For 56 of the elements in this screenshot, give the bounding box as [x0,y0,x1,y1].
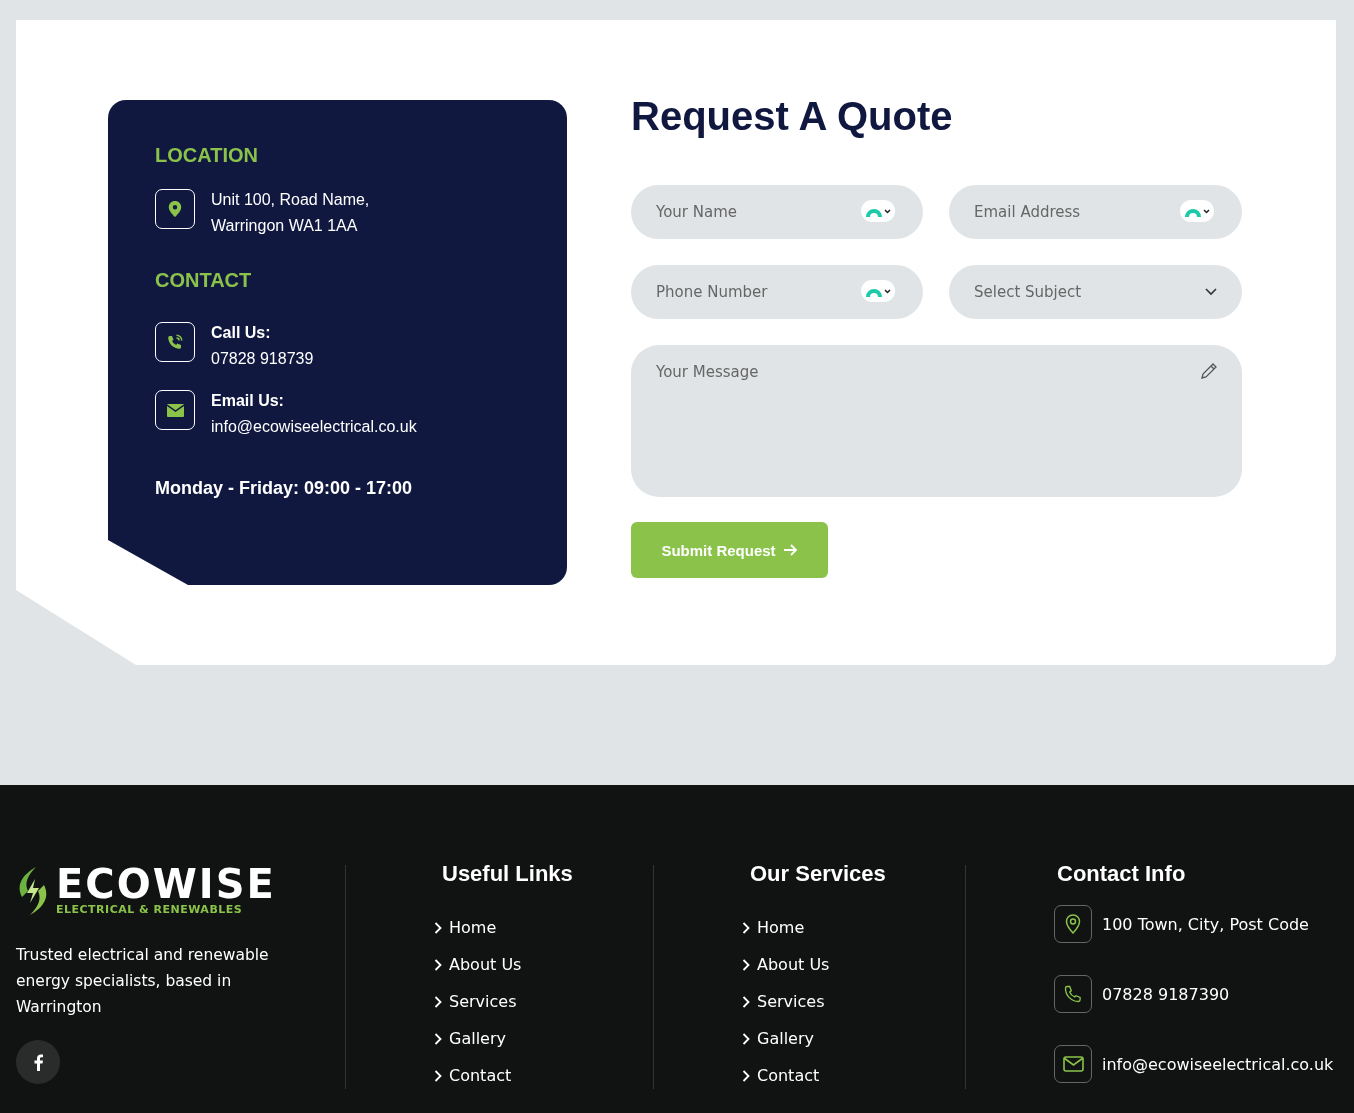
contact-info-text: 100 Town, City, Post Code [1102,914,1309,934]
envelope-icon [1054,1045,1092,1083]
footer-link[interactable]: Home [742,909,805,946]
chevron-right-icon [434,921,442,934]
message-field[interactable]: Your Message [631,345,1242,497]
form-title: Request A Quote [631,94,954,139]
location-pin-icon [155,189,195,229]
logo-tagline: ELECTRICAL & RENEWABLES [56,903,244,916]
about-text: Trusted electrical and renewable energy specialists, based in Warrington [16,945,270,1018]
chevron-right-icon [434,958,442,971]
footer-link[interactable]: About Us [434,946,522,983]
chevron-down-icon [1205,288,1217,296]
column-heading: Our Services [750,861,887,887]
column-heading: Contact Info [1057,861,1187,887]
contact-label: Call Us: [211,323,272,343]
envelope-icon [155,390,195,430]
footer-link[interactable]: Contact [742,1057,820,1094]
subject-select[interactable]: Select Subject [949,265,1242,319]
address-text: Unit 100, Road Name, Warringon WA1 1AA [211,190,370,236]
footer-link[interactable]: Services [434,983,517,1020]
input-field[interactable]: Email Address [949,185,1242,239]
chevron-right-icon [434,995,442,1008]
chevron-right-icon [742,1032,750,1045]
footer-link[interactable]: Gallery [742,1020,814,1057]
contact-label: Email Us: [211,391,285,411]
contact-value: 07828 918739 [211,349,314,369]
column-heading: Useful Links [442,861,574,887]
chevron-right-icon [434,1069,442,1082]
logo-wordmark: ECOWISE [56,865,276,903]
footer-link[interactable]: Home [434,909,497,946]
contact-value: info@ecowiseelectrical.co.uk [211,417,417,437]
section-heading: LOCATION [155,144,259,167]
footer-link[interactable]: About Us [742,946,830,983]
footer-link[interactable]: Services [742,983,825,1020]
phone-icon [1054,975,1092,1013]
chevron-right-icon [742,958,750,971]
pencil-icon [1200,362,1218,380]
phone-icon [155,322,195,362]
opening-hours: Monday - Friday: 09:00 - 17:00 [155,478,414,499]
facebook-icon[interactable] [16,1040,60,1084]
section-heading: CONTACT [155,269,253,292]
chevron-right-icon [742,921,750,934]
input-field[interactable]: Phone Number [631,265,923,319]
chevron-right-icon [742,995,750,1008]
chevron-right-icon [434,1032,442,1045]
contact-info-text: info@ecowiseelectrical.co.uk [1102,1054,1334,1074]
contact-info-text: 07828 9187390 [1102,984,1230,1004]
location-pin-icon [1054,905,1092,943]
footer-link[interactable]: Gallery [434,1020,506,1057]
chevron-right-icon [742,1069,750,1082]
arrow-right-icon [783,544,798,556]
autofill-icon[interactable] [1180,200,1214,222]
autofill-icon[interactable] [861,280,895,302]
autofill-icon[interactable] [861,200,895,222]
input-field[interactable]: Your Name [631,185,923,239]
footer-link[interactable]: Contact [434,1057,512,1094]
